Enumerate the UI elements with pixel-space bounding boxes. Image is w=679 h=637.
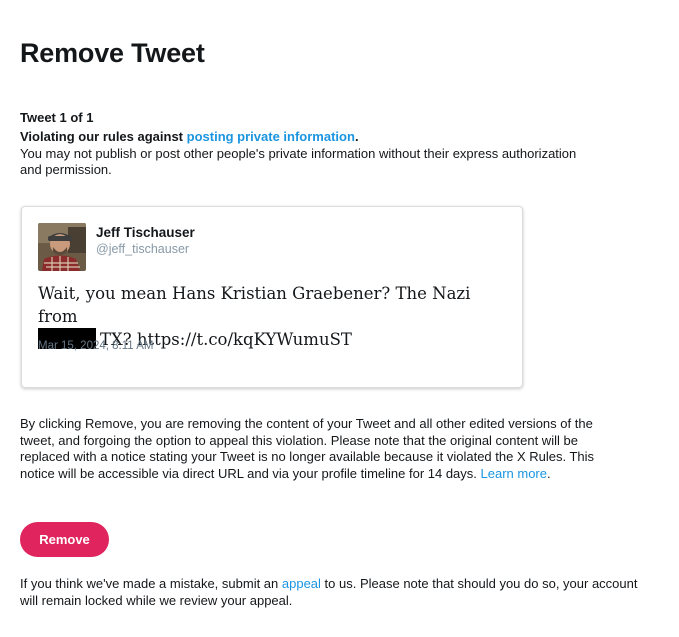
appeal-note: If you think we've made a mistake, submi… — [20, 576, 640, 609]
avatar — [38, 223, 86, 271]
removal-explanation-suffix: . — [547, 465, 551, 481]
page-title: Remove Tweet — [20, 38, 205, 68]
remove-button[interactable]: Remove — [20, 522, 109, 557]
rule-link-private-information[interactable]: posting private information — [187, 129, 355, 144]
tweet-card: Jeff Tischauser @jeff_tischauser Wait, y… — [21, 206, 523, 388]
learn-more-link[interactable]: Learn more — [481, 466, 547, 481]
removal-explanation: By clicking Remove, you are removing the… — [20, 416, 620, 482]
appeal-note-prefix: If you think we've made a mistake, submi… — [20, 576, 282, 591]
tweet-counter: Tweet 1 of 1 — [20, 110, 94, 125]
violation-rule-line: Violating our rules against posting priv… — [20, 129, 580, 146]
violation-description: You may not publish or post other people… — [20, 145, 577, 178]
appeal-link[interactable]: appeal — [282, 576, 321, 591]
tweet-author-handle: @jeff_tischauser — [96, 242, 190, 256]
profile-photo-icon — [38, 223, 86, 271]
tweet-author-name: Jeff Tischauser — [96, 225, 195, 240]
tweet-text-line-1: Wait, you mean Hans Kristian Graebener? … — [38, 284, 471, 326]
violation-notice: Violating our rules against posting priv… — [20, 129, 580, 179]
violation-rule-prefix: Violating our rules against — [20, 129, 187, 144]
violation-rule-suffix: . — [354, 129, 359, 144]
tweet-timestamp: Mar 15, 2024, 8:11 AM — [38, 340, 154, 352]
